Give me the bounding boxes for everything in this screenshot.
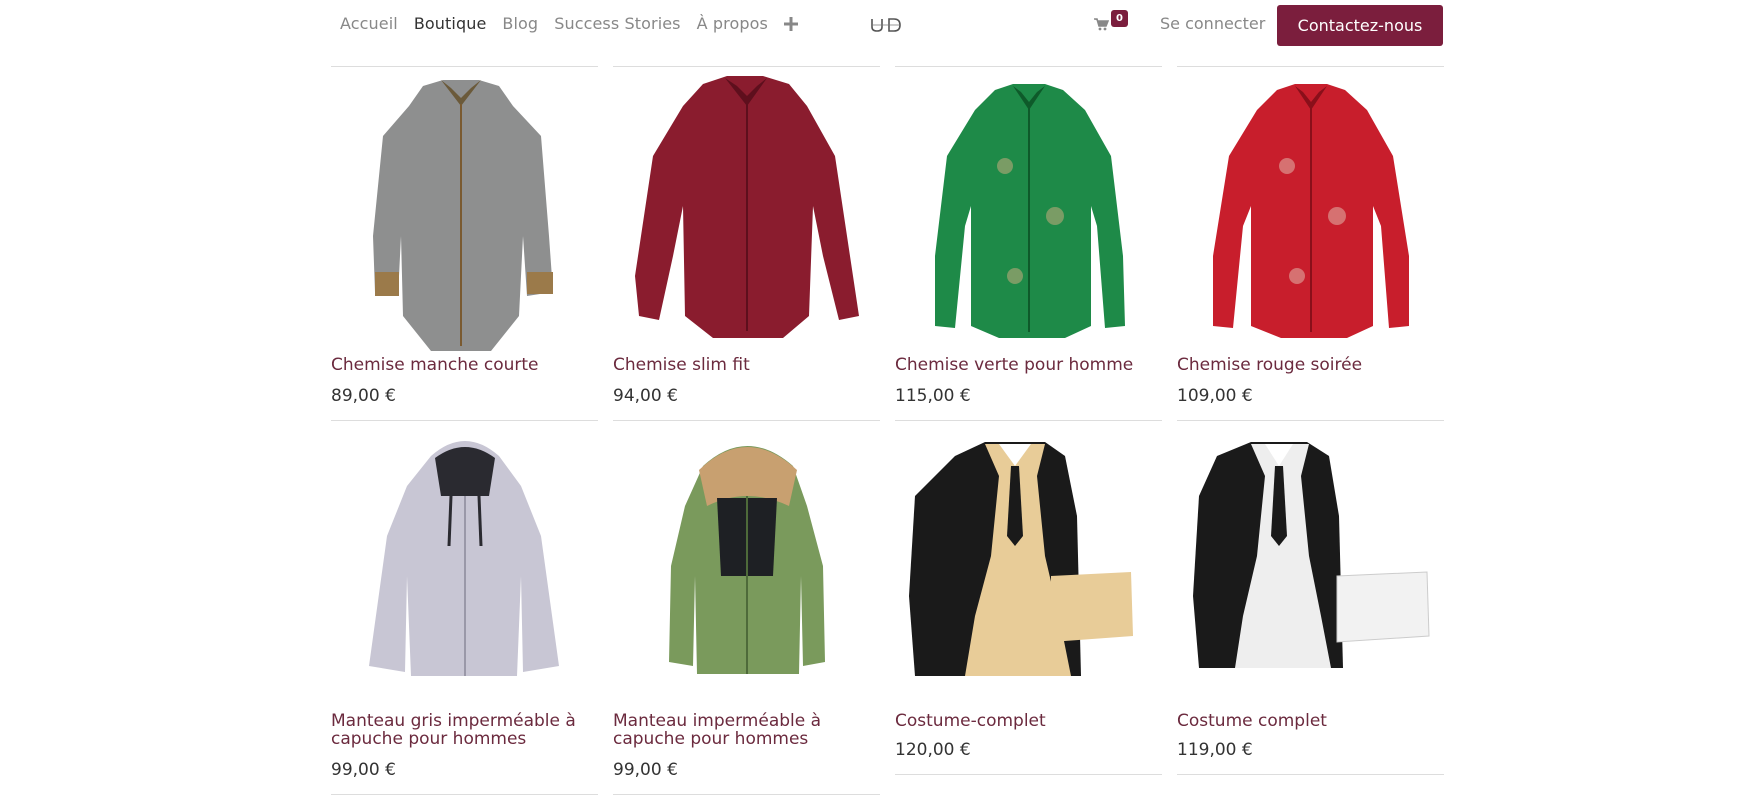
divider [1177, 774, 1444, 775]
divider [613, 794, 880, 795]
product-title[interactable]: Manteau gris imperméable à capuche pour … [331, 712, 576, 748]
product-title[interactable]: Costume complet [1177, 712, 1327, 730]
divider [331, 794, 598, 795]
nav-link-a-propos[interactable]: À propos [697, 14, 768, 35]
product-image-black-white-suit[interactable] [1177, 436, 1444, 700]
product-price: 109,00 € [1177, 386, 1253, 406]
divider [331, 66, 598, 67]
product-title[interactable]: Chemise rouge soirée [1177, 356, 1362, 374]
divider [895, 774, 1162, 775]
product-image-grey-shirt[interactable] [331, 76, 598, 355]
product-price: 99,00 € [613, 760, 678, 780]
divider [895, 66, 1162, 67]
plus-icon[interactable] [783, 14, 798, 35]
product-image-green-shirt[interactable] [895, 76, 1162, 355]
product-price: 120,00 € [895, 740, 971, 760]
brand-logo-icon[interactable] [869, 15, 903, 35]
product-price: 119,00 € [1177, 740, 1253, 760]
product-image-green-parka[interactable] [613, 436, 880, 700]
product-title[interactable]: Manteau imperméable à capuche pour homme… [613, 712, 821, 748]
product-title[interactable]: Chemise verte pour homme [895, 356, 1133, 374]
product-image-grey-hooded-jacket[interactable] [331, 436, 598, 700]
nav-link-boutique[interactable]: Boutique [414, 14, 487, 35]
nav-link-blog[interactable]: Blog [502, 14, 538, 35]
product-image-red-shirt[interactable] [1177, 76, 1444, 355]
shopping-cart-icon [1094, 16, 1110, 35]
nav-link-success-stories[interactable]: Success Stories [554, 14, 680, 35]
product-price: 99,00 € [331, 760, 396, 780]
divider [1177, 66, 1444, 67]
contact-button[interactable]: Contactez-nous [1277, 5, 1443, 46]
product-title[interactable]: Chemise slim fit [613, 356, 750, 374]
cart-count-badge: 0 [1111, 10, 1128, 27]
product-price: 89,00 € [331, 386, 396, 406]
product-title[interactable]: Chemise manche courte [331, 356, 538, 374]
nav-links: Accueil Boutique Blog Success Stories À … [340, 14, 798, 35]
product-price: 94,00 € [613, 386, 678, 406]
cart-button[interactable]: 0 [1094, 10, 1130, 36]
product-image-burgundy-shirt[interactable] [613, 76, 880, 355]
product-title[interactable]: Costume-complet [895, 712, 1046, 730]
product-image-black-beige-suit[interactable] [895, 436, 1162, 700]
product-price: 115,00 € [895, 386, 971, 406]
login-link[interactable]: Se connecter [1160, 14, 1265, 33]
divider [613, 420, 880, 421]
divider [895, 420, 1162, 421]
divider [613, 66, 880, 67]
navbar: Accueil Boutique Blog Success Stories À … [0, 0, 1741, 50]
nav-link-accueil[interactable]: Accueil [340, 14, 398, 35]
divider [331, 420, 598, 421]
divider [1177, 420, 1444, 421]
